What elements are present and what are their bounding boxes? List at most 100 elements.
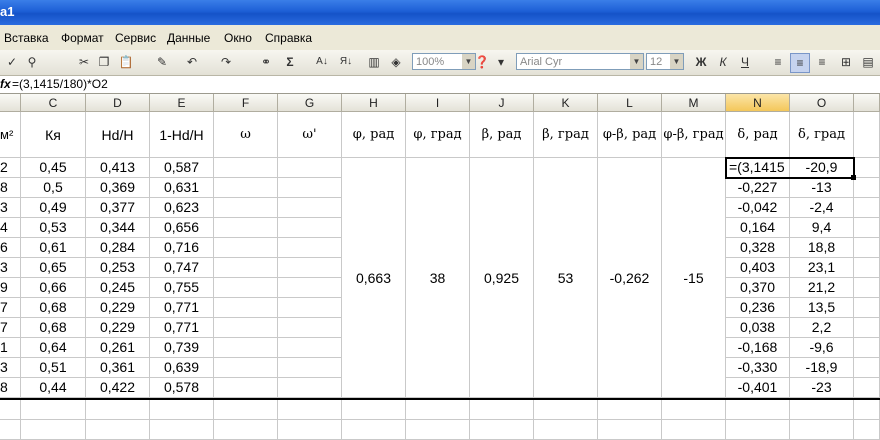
table-cell[interactable]: 0,587 [150, 158, 214, 178]
column-header-g[interactable]: G [278, 94, 342, 112]
undo-icon[interactable]: ↶ [184, 53, 200, 71]
empty-cell[interactable] [278, 400, 342, 420]
align-right-icon[interactable]: ≡ [814, 53, 830, 71]
spellcheck-icon[interactable]: ✓ [4, 53, 20, 71]
merged-cell-i[interactable]: 38 [406, 158, 470, 398]
table-cell[interactable]: 0,53 [21, 218, 86, 238]
empty-cell[interactable] [662, 420, 726, 440]
table-cell[interactable]: 0,44 [21, 378, 86, 398]
copy-icon[interactable]: ❐ [96, 53, 112, 71]
table-cell[interactable]: 0,328 [726, 238, 790, 258]
table-cell[interactable]: 18,8 [790, 238, 854, 258]
table-cell[interactable]: 0,422 [86, 378, 150, 398]
empty-cell[interactable] [21, 420, 86, 440]
column-header-d[interactable]: D [86, 94, 150, 112]
table-cell[interactable]: -0,227 [726, 178, 790, 198]
empty-cell[interactable] [662, 400, 726, 420]
column-header-h[interactable]: H [342, 94, 406, 112]
empty-cell[interactable] [854, 420, 880, 440]
table-cell[interactable]: 0,261 [86, 338, 150, 358]
table-cell[interactable]: 0,229 [86, 318, 150, 338]
table-cell[interactable]: -0,330 [726, 358, 790, 378]
empty-cell[interactable] [790, 400, 854, 420]
merge-center-icon[interactable]: ⊞ [838, 53, 854, 71]
table-cell[interactable] [214, 158, 278, 178]
table-cell[interactable]: 3 [0, 198, 21, 218]
table-cell[interactable] [278, 218, 342, 238]
merged-cell-l[interactable]: -0,262 [598, 158, 662, 398]
table-cell[interactable] [214, 178, 278, 198]
redo-icon[interactable]: ↷ [218, 53, 234, 71]
empty-cell[interactable] [598, 400, 662, 420]
table-cell[interactable]: 8 [0, 178, 21, 198]
empty-cell[interactable] [534, 400, 598, 420]
bold-button[interactable]: Ж [694, 53, 708, 71]
table-cell[interactable]: 0,68 [21, 298, 86, 318]
table-cell[interactable]: 0,369 [86, 178, 150, 198]
table-cell[interactable]: 0,245 [86, 278, 150, 298]
table-cell[interactable]: -13 [790, 178, 854, 198]
column-header-n[interactable]: N [726, 94, 790, 112]
table-cell[interactable]: 2 [0, 158, 21, 178]
table-cell[interactable]: 0,755 [150, 278, 214, 298]
table-cell[interactable]: -0,042 [726, 198, 790, 218]
chevron-down-icon[interactable]: ▼ [670, 54, 683, 69]
table-cell[interactable] [854, 178, 880, 198]
table-cell[interactable] [278, 258, 342, 278]
table-cell[interactable]: 0,747 [150, 258, 214, 278]
table-cell[interactable]: 0,716 [150, 238, 214, 258]
table-cell[interactable]: 0,403 [726, 258, 790, 278]
toolbar-options-icon[interactable]: ▾ [497, 53, 505, 71]
hyperlink-icon[interactable]: ⚭ [258, 53, 274, 71]
table-cell[interactable]: 0,038 [726, 318, 790, 338]
merged-cell-k[interactable]: 53 [534, 158, 598, 398]
table-cell[interactable] [214, 378, 278, 398]
column-header[interactable] [854, 94, 880, 112]
table-cell[interactable]: 0,284 [86, 238, 150, 258]
table-cell[interactable]: 0,578 [150, 378, 214, 398]
table-cell[interactable] [854, 198, 880, 218]
empty-cell[interactable] [342, 420, 406, 440]
column-header-o[interactable]: O [790, 94, 854, 112]
empty-cell[interactable] [150, 420, 214, 440]
table-cell[interactable]: 0,639 [150, 358, 214, 378]
formula-input[interactable]: =(3,1415/180)*O2 [12, 77, 108, 91]
empty-cell[interactable] [790, 420, 854, 440]
table-cell[interactable]: 6 [0, 238, 21, 258]
table-cell[interactable] [854, 258, 880, 278]
table-cell[interactable] [854, 338, 880, 358]
table-cell[interactable]: 2,2 [790, 318, 854, 338]
empty-cell[interactable] [278, 420, 342, 440]
table-cell[interactable]: -18,9 [790, 358, 854, 378]
table-cell[interactable] [214, 358, 278, 378]
empty-cell[interactable] [0, 400, 21, 420]
table-cell[interactable]: 0,61 [21, 238, 86, 258]
align-center-icon[interactable]: ≡ [790, 53, 810, 73]
align-left-icon[interactable]: ≡ [770, 53, 786, 71]
empty-cell[interactable] [406, 400, 470, 420]
zoom-combo[interactable]: 100% ▼ [412, 53, 476, 70]
table-cell[interactable] [854, 218, 880, 238]
table-cell[interactable]: 0,377 [86, 198, 150, 218]
help-icon[interactable]: ❓ [474, 53, 490, 71]
menu-window[interactable]: Окно [224, 31, 252, 45]
italic-button[interactable]: К [716, 53, 730, 71]
table-cell[interactable]: 8 [0, 378, 21, 398]
table-cell[interactable] [854, 378, 880, 398]
table-cell[interactable] [214, 298, 278, 318]
table-cell[interactable] [854, 278, 880, 298]
table-cell[interactable]: 0,65 [21, 258, 86, 278]
table-cell[interactable] [278, 298, 342, 318]
column-header-i[interactable]: I [406, 94, 470, 112]
fx-icon[interactable]: fx [0, 77, 11, 91]
table-cell[interactable]: 0,68 [21, 318, 86, 338]
table-cell[interactable]: 0,344 [86, 218, 150, 238]
table-cell[interactable] [214, 338, 278, 358]
table-cell[interactable]: 7 [0, 318, 21, 338]
menu-insert[interactable]: Вставка [4, 31, 49, 45]
table-cell[interactable]: 3 [0, 258, 21, 278]
table-cell[interactable] [854, 238, 880, 258]
column-header-e[interactable]: E [150, 94, 214, 112]
table-cell[interactable] [214, 278, 278, 298]
format-painter-icon[interactable]: ✎ [154, 53, 170, 71]
